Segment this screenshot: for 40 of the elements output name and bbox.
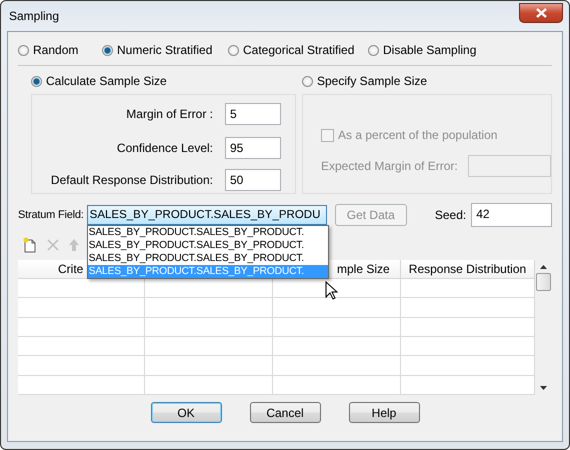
input-field[interactable]: 50 <box>225 169 281 191</box>
radio-button[interactable] <box>302 76 313 86</box>
radio-label[interactable]: Categorical Stratified <box>243 43 354 57</box>
dropdown-option[interactable]: SALES_BY_PRODUCT.SALES_BY_PRODUCT. <box>88 239 328 252</box>
radio-label[interactable]: Disable Sampling <box>383 43 476 57</box>
scroll-down-arrow-icon[interactable] <box>540 386 547 390</box>
close-icon <box>536 8 546 18</box>
radio-button[interactable] <box>228 44 239 56</box>
dialog-button[interactable]: Cancel <box>250 402 320 423</box>
radio-button[interactable] <box>368 44 379 56</box>
dropdown-option[interactable]: SALES_BY_PRODUCT.SALES_BY_PRODUCT. <box>88 252 328 265</box>
up-arrow-icon <box>68 238 80 252</box>
radio-button[interactable] <box>31 76 42 86</box>
radio-label[interactable]: Numeric Stratified <box>117 43 212 57</box>
window-title: Sampling <box>9 9 60 23</box>
input-field[interactable]: 5 <box>225 103 281 125</box>
field-label: Confidence Level: <box>116 141 213 155</box>
close-button[interactable] <box>519 3 563 23</box>
cursor-icon <box>324 281 338 300</box>
field-label: Margin of Error : <box>126 107 213 121</box>
new-row-button[interactable] <box>22 237 38 253</box>
radio-label[interactable]: Calculate Sample Size <box>46 74 167 88</box>
field-label: Stratum Field: <box>18 209 84 221</box>
radio-label[interactable]: Specify Sample Size <box>317 74 428 88</box>
new-document-icon <box>22 237 38 253</box>
input-field[interactable]: 42 <box>471 203 552 227</box>
dialog-button[interactable]: Help <box>348 402 420 423</box>
radio-button[interactable] <box>102 44 113 56</box>
radio-label[interactable]: Random <box>33 43 78 57</box>
field-label: Seed: <box>434 208 466 222</box>
delete-icon <box>46 238 60 252</box>
radio-button[interactable] <box>18 44 29 56</box>
scroll-up-arrow-icon[interactable] <box>540 265 547 269</box>
dropdown-field[interactable]: SALES_BY_PRODUCT.SALES_BY_PRODU <box>86 205 327 225</box>
scroll-thumb[interactable] <box>536 273 551 291</box>
field-label: Default Response Distribution: <box>50 173 213 187</box>
dialog-button[interactable]: OK <box>150 402 222 423</box>
dropdown-option[interactable]: SALES_BY_PRODUCT.SALES_BY_PRODUCT. <box>88 226 328 239</box>
input-field[interactable]: 95 <box>225 137 281 159</box>
field-label: Expected Margin of Error: <box>321 159 458 173</box>
